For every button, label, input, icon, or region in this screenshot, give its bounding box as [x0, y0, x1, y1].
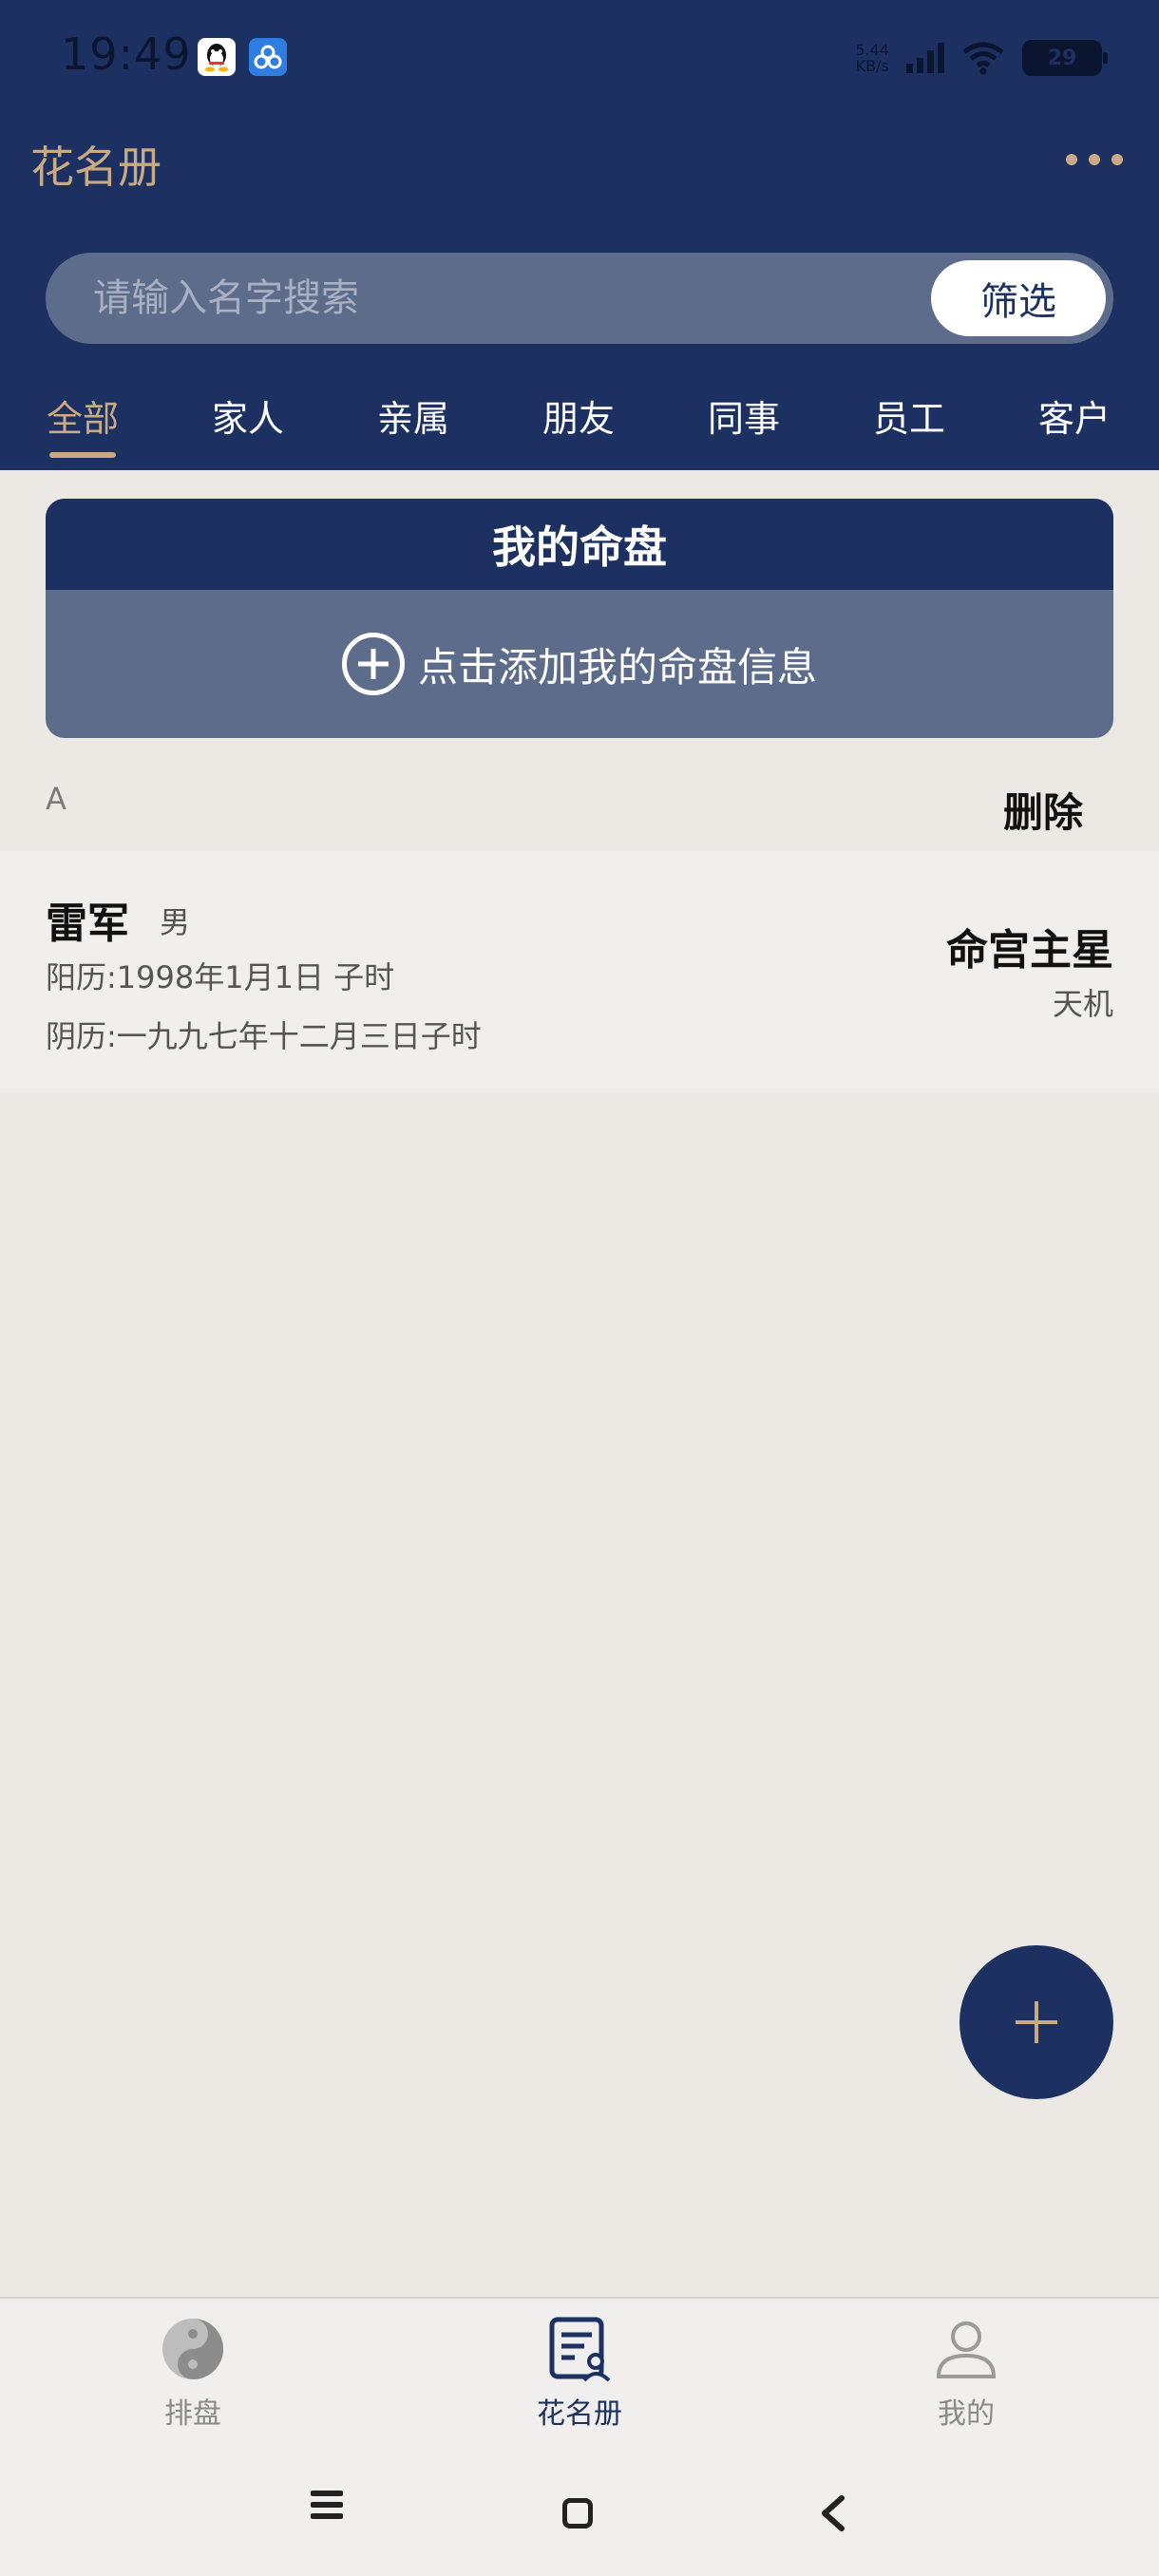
tab-colleagues[interactable]: 同事	[708, 389, 780, 442]
bottom-nav: 排盘 花名册 我的	[0, 2297, 1159, 2451]
contact-gender: 男	[160, 904, 191, 940]
tab-friends[interactable]: 朋友	[542, 389, 615, 442]
yin-yang-icon	[162, 2319, 223, 2379]
tab-family[interactable]: 家人	[212, 389, 284, 442]
tab-clients[interactable]: 客户	[1038, 389, 1111, 442]
my-chart-card: 我的命盘 点击添加我的命盘信息	[46, 499, 1113, 738]
back-icon[interactable]	[806, 2485, 863, 2542]
more-options-icon[interactable]	[1066, 150, 1123, 169]
search-input[interactable]	[93, 253, 929, 344]
status-time: 19:49	[61, 28, 192, 80]
battery-icon: 29	[1022, 40, 1108, 76]
wifi-icon	[962, 42, 1004, 75]
my-chart-title: 我的命盘	[46, 499, 1113, 590]
status-bar: 19:49 5.44 KB/s 29	[0, 0, 1159, 114]
search-bar: 筛选	[46, 253, 1113, 344]
add-circle-icon	[341, 633, 405, 695]
tab-employees[interactable]: 员工	[873, 389, 945, 442]
signal-icon	[906, 43, 944, 73]
add-my-chart-button[interactable]: 点击添加我的命盘信息	[46, 590, 1113, 738]
main-star-title: 命宫主星	[946, 926, 1113, 975]
system-nav-bar	[0, 2451, 1159, 2576]
delete-button[interactable]: 删除	[1003, 781, 1083, 839]
active-tab-indicator	[49, 452, 116, 458]
nav-label-paipan: 排盘	[164, 2397, 221, 2431]
tab-all[interactable]: 全部	[47, 389, 119, 442]
network-speed-unit: KB/s	[855, 57, 889, 75]
nav-item-roster[interactable]: 花名册	[466, 2299, 694, 2453]
add-my-chart-label: 点击添加我的命盘信息	[417, 643, 817, 691]
contact-row[interactable]: 雷军 男 阳历:1998年1月1日 子时 阴历:一九九七年十二月三日子时 命宫主…	[0, 851, 1159, 1092]
network-speed: 5.44 KB/s	[855, 42, 889, 74]
filter-button[interactable]: 筛选	[931, 260, 1106, 336]
contact-solar-date: 阳历:1998年1月1日 子时	[46, 959, 395, 995]
contact-lunar-date: 阴历:一九九七年十二月三日子时	[46, 1018, 482, 1054]
add-contact-button[interactable]	[960, 1945, 1113, 2099]
page-title: 花名册	[30, 142, 162, 193]
network-speed-value: 5.44	[855, 41, 889, 59]
tab-relatives[interactable]: 亲属	[377, 389, 449, 442]
user-icon	[936, 2321, 997, 2378]
roster-icon	[549, 2317, 611, 2382]
nav-item-paipan[interactable]: 排盘	[79, 2299, 307, 2453]
main-star-value: 天机	[1052, 986, 1113, 1022]
status-indicators: 5.44 KB/s 29	[855, 34, 1108, 82]
baidu-cloud-notification-icon	[249, 38, 287, 76]
qq-notification-icon	[198, 38, 236, 76]
nav-label-roster: 花名册	[537, 2397, 622, 2431]
home-icon[interactable]	[549, 2485, 606, 2542]
plus-icon	[1016, 2001, 1057, 2043]
nav-item-mine[interactable]: 我的	[852, 2299, 1080, 2453]
menu-icon[interactable]	[298, 2485, 355, 2542]
section-letter: A	[46, 781, 66, 817]
header: 19:49 5.44 KB/s 29 花名册 筛选	[0, 0, 1159, 470]
category-tabs: 全部 家人 亲属 朋友 同事 员工 客户	[0, 380, 1159, 470]
contact-name: 雷军	[46, 900, 129, 948]
nav-label-mine: 我的	[938, 2397, 995, 2431]
